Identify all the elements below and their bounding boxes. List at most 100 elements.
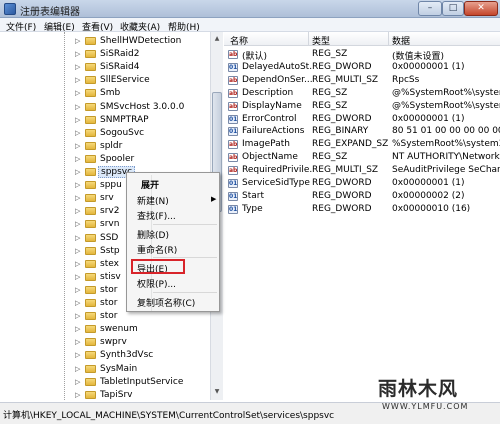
close-button[interactable]: ✕ (464, 1, 498, 16)
tree-item-label: spldr (100, 141, 123, 151)
expand-arrow-icon[interactable]: ▷ (75, 38, 80, 45)
tree-item[interactable]: ▷ TabletInputService (0, 376, 222, 389)
value-data: %SystemRoot%\system32\ (392, 139, 500, 149)
scroll-up-icon[interactable]: ▲ (212, 33, 222, 45)
expand-arrow-icon[interactable]: ▷ (75, 90, 80, 97)
expand-arrow-icon[interactable]: ▷ (75, 195, 80, 202)
menu-item-find[interactable]: 查找(F)... (137, 209, 176, 222)
tree-item[interactable]: ▷ swenum (0, 323, 222, 336)
value-type: REG_DWORD (312, 62, 372, 72)
values-list[interactable]: 名称 类型 数据 ab (默认) REG_SZ (数值未设置) 01 DelayedAut… (224, 32, 500, 400)
expand-arrow-icon[interactable]: ▷ (75, 248, 80, 255)
menu-item-expand[interactable]: 展开 (141, 178, 159, 191)
tree-item[interactable]: ▷ ShellHWDetection (0, 35, 222, 48)
value-type: REG_SZ (312, 49, 348, 59)
menu-item-permissions[interactable]: 权限(P)... (137, 277, 176, 290)
value-row[interactable]: ab ImagePath REG_EXPAND_SZ %SystemRoot%\sys… (224, 138, 500, 151)
window-title: 注册表编辑器 (20, 7, 80, 18)
expand-arrow-icon[interactable]: ▷ (75, 130, 80, 137)
tree-item[interactable]: ▷ Spooler (0, 153, 222, 166)
value-row[interactable]: 01 Type REG_DWORD 0x00000010 (16) (224, 203, 500, 216)
value-row[interactable]: ab Description REG_SZ @%SystemRoot%\system3 (224, 87, 500, 100)
tree-item-label: Spooler (100, 154, 135, 164)
menu-item-new[interactable]: 新建(N) (137, 194, 169, 207)
column-divider[interactable] (388, 32, 389, 46)
column-divider[interactable] (308, 32, 309, 46)
menu-item-delete[interactable]: 删除(D) (137, 228, 169, 241)
value-type: REG_MULTI_SZ (312, 165, 379, 175)
tree-item[interactable]: ▷ SysMain (0, 363, 222, 376)
tree-item[interactable]: ▷ TapiSrv (0, 389, 222, 400)
tree-item-label: SysMain (100, 364, 138, 374)
tree-item[interactable]: ▷ Synth3dVsc (0, 349, 222, 362)
tree-item[interactable]: ▷ SNMPTRAP (0, 114, 222, 127)
value-name: DisplayName (242, 101, 302, 111)
value-row[interactable]: ab RequiredPrivile... REG_MULTI_SZ SeAuditP… (224, 164, 500, 177)
tree-item[interactable]: ▷ SogouSvc (0, 127, 222, 140)
folder-icon (85, 312, 96, 320)
expand-arrow-icon[interactable]: ▷ (75, 300, 80, 307)
value-row[interactable]: 01 Start REG_DWORD 0x00000002 (2) (224, 190, 500, 203)
menu-item-copy-key-name[interactable]: 复制项名称(C) (137, 296, 195, 309)
value-row[interactable]: ab ObjectName REG_SZ NT AUTHORITY\NetworkS (224, 151, 500, 164)
scroll-down-icon[interactable]: ▼ (212, 386, 222, 398)
expand-arrow-icon[interactable]: ▷ (75, 221, 80, 228)
tree-item[interactable]: ▷ spldr (0, 140, 222, 153)
column-type[interactable]: 类型 (312, 34, 330, 47)
value-row[interactable]: 01 DelayedAutoSt... REG_DWORD 0x00000001 (1… (224, 61, 500, 74)
tree-item-label: Sstp (100, 246, 120, 256)
value-row[interactable]: ab (默认) REG_SZ (数值未设置) (224, 48, 500, 62)
column-data[interactable]: 数据 (392, 34, 410, 47)
expand-arrow-icon[interactable]: ▷ (75, 352, 80, 359)
value-row[interactable]: ab DisplayName REG_SZ @%SystemRoot%\system3 (224, 100, 500, 113)
expand-arrow-icon[interactable]: ▷ (75, 287, 80, 294)
expand-arrow-icon[interactable]: ▷ (75, 104, 80, 111)
minimize-button[interactable]: – (418, 1, 442, 16)
column-name[interactable]: 名称 (230, 34, 248, 47)
value-row[interactable]: 01 FailureActions REG_BINARY 80 51 01 00 00… (224, 125, 500, 138)
string-value-icon: ab (228, 76, 238, 85)
folder-icon (85, 207, 96, 215)
expand-arrow-icon[interactable]: ▷ (75, 117, 80, 124)
value-row[interactable]: ab DependOnSer... REG_MULTI_SZ RpcSs (224, 74, 500, 87)
expand-arrow-icon[interactable]: ▷ (75, 261, 80, 268)
expand-arrow-icon[interactable]: ▷ (75, 169, 80, 176)
expand-arrow-icon[interactable]: ▷ (75, 143, 80, 150)
export-highlight-box (131, 259, 185, 274)
tree-item[interactable]: ▷ SMSvcHost 3.0.0.0 (0, 101, 222, 114)
expand-arrow-icon[interactable]: ▷ (75, 77, 80, 84)
expand-arrow-icon[interactable]: ▷ (75, 274, 80, 281)
folder-icon (85, 103, 96, 111)
tree-item[interactable]: ▷ swprv (0, 336, 222, 349)
menu-item-rename[interactable]: 重命名(R) (137, 243, 177, 256)
expand-arrow-icon[interactable]: ▷ (75, 51, 80, 58)
tree-item[interactable]: ▷ SiSRaid2 (0, 48, 222, 61)
folder-icon (85, 365, 96, 373)
folder-icon (85, 89, 96, 97)
context-menu: 展开 新建(N) ▶ 查找(F)... 删除(D) 重命名(R) 导出(E) 权… (126, 172, 220, 312)
tree-item[interactable]: ▷ Smb (0, 87, 222, 100)
tree-item[interactable]: ▷ SllEService (0, 74, 222, 87)
expand-arrow-icon[interactable]: ▷ (75, 64, 80, 71)
expand-arrow-icon[interactable]: ▷ (75, 326, 80, 333)
value-data: 0x00000001 (1) (392, 114, 465, 124)
expand-arrow-icon[interactable]: ▷ (75, 208, 80, 215)
tree-item-label: TapiSrv (100, 390, 133, 400)
expand-arrow-icon[interactable]: ▷ (75, 379, 80, 386)
value-row[interactable]: 01 ServiceSidType REG_DWORD 0x00000001 (1) (224, 177, 500, 190)
folder-icon (85, 142, 96, 150)
value-data: 0x00000002 (2) (392, 191, 465, 201)
expand-arrow-icon[interactable]: ▷ (75, 313, 80, 320)
binary-value-icon: 01 (228, 192, 238, 201)
tree-item[interactable]: ▷ SiSRaid4 (0, 61, 222, 74)
folder-icon (85, 181, 96, 189)
maximize-button[interactable]: □ (442, 1, 464, 16)
expand-arrow-icon[interactable]: ▷ (75, 235, 80, 242)
expand-arrow-icon[interactable]: ▷ (75, 156, 80, 163)
folder-icon (85, 299, 96, 307)
tree-item-label: SogouSvc (100, 128, 145, 138)
expand-arrow-icon[interactable]: ▷ (75, 182, 80, 189)
expand-arrow-icon[interactable]: ▷ (75, 339, 80, 346)
expand-arrow-icon[interactable]: ▷ (75, 392, 80, 399)
expand-arrow-icon[interactable]: ▷ (75, 366, 80, 373)
